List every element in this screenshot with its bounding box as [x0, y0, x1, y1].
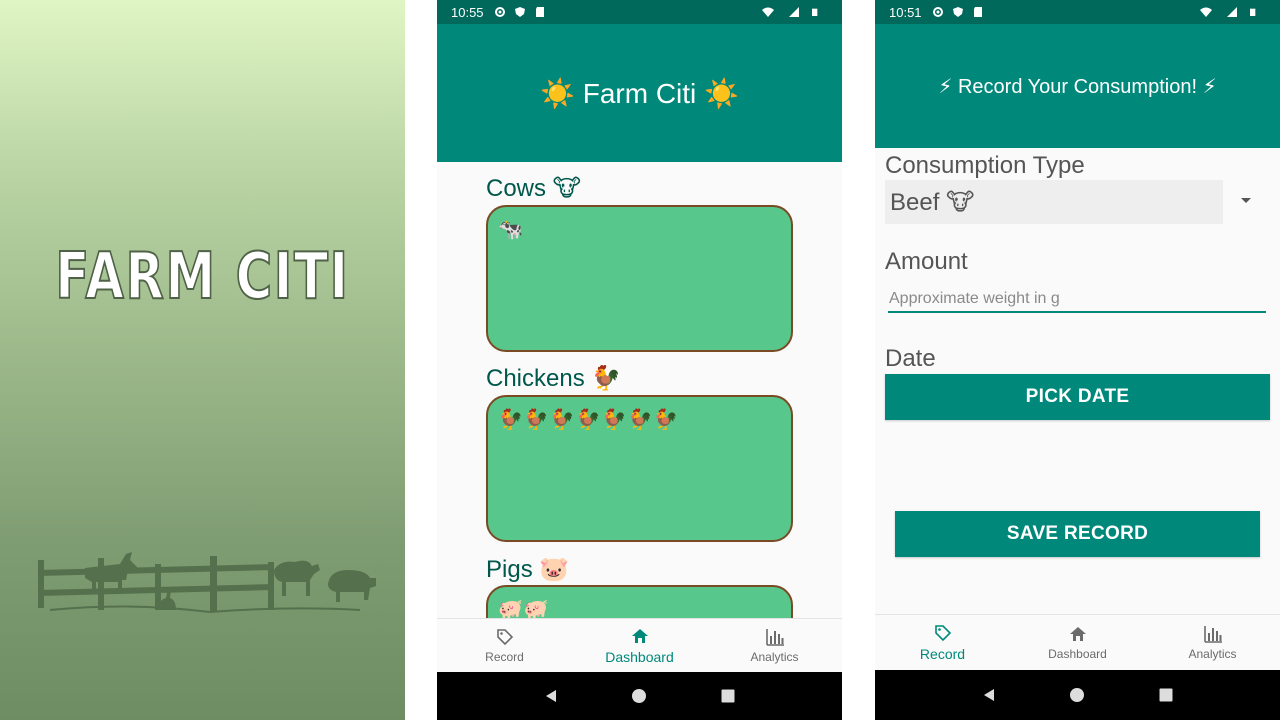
system-navigation-bar	[437, 672, 842, 720]
sd-card-icon	[973, 7, 982, 17]
nav-record-label: Record	[919, 646, 966, 662]
home-icon	[631, 629, 648, 643]
nav-dashboard-label: Dashboard	[605, 649, 674, 665]
pen-cows: 🐄	[486, 205, 793, 352]
nav-record[interactable]: Record	[437, 619, 572, 672]
pick-date-button[interactable]: PICK DATE	[885, 374, 1270, 420]
home-circle-icon[interactable]	[631, 688, 647, 704]
tag-icon	[934, 625, 951, 642]
nav-dashboard[interactable]: Dashboard	[1010, 615, 1145, 670]
splash-title: FARM CITI	[55, 239, 350, 315]
section-title-chickens: Chickens 🐓	[486, 365, 622, 392]
wifi-icon	[762, 7, 774, 17]
pen-pigs: 🐖🐖	[486, 585, 793, 618]
back-icon[interactable]	[981, 687, 997, 703]
settings-icon	[932, 7, 943, 17]
screenshot-canvas: FARM CITI 10:55 ☀️ Farm Citi ☀️ Cows 🐮 🐄…	[0, 0, 1280, 720]
system-navigation-bar	[875, 670, 1280, 720]
tag-icon	[496, 629, 513, 646]
farm-animals-silhouette	[38, 552, 376, 614]
status-bar: 10:51	[875, 0, 1280, 24]
amount-label: Amount	[885, 248, 968, 275]
recents-icon[interactable]	[1158, 687, 1174, 703]
dropdown-arrow-icon[interactable]	[1241, 198, 1251, 203]
nav-analytics[interactable]: Analytics	[707, 619, 842, 672]
shield-icon	[952, 7, 963, 17]
back-icon[interactable]	[543, 688, 559, 704]
consumption-type-value: Beef 🐮	[890, 188, 975, 216]
pen-chickens: 🐓🐓🐓🐓🐓🐓🐓	[486, 395, 793, 542]
nav-record-label: Record	[485, 650, 524, 664]
nav-analytics-label: Analytics	[750, 650, 799, 664]
section-title-cows: Cows 🐮	[486, 175, 582, 202]
date-label: Date	[885, 345, 936, 372]
record-screen: 10:51 ⚡ Record Your Consumption! ⚡ Consu…	[875, 0, 1280, 720]
status-time: 10:55	[451, 4, 484, 20]
consumption-type-dropdown[interactable]: Beef 🐮	[885, 180, 1223, 224]
sd-card-icon	[535, 7, 544, 17]
app-bar-title: ⚡ Record Your Consumption! ⚡	[875, 24, 1280, 148]
nav-dashboard-label: Dashboard	[1048, 647, 1107, 661]
nav-analytics[interactable]: Analytics	[1145, 615, 1280, 670]
signal-icon	[1227, 7, 1237, 17]
recents-icon[interactable]	[720, 688, 736, 704]
home-icon	[1069, 627, 1086, 641]
splash-screen: FARM CITI	[0, 0, 405, 720]
battery-icon	[812, 8, 818, 16]
nav-analytics-label: Analytics	[1188, 647, 1237, 661]
nav-dashboard[interactable]: Dashboard	[572, 619, 707, 672]
bar-chart-icon	[765, 629, 784, 646]
nav-record[interactable]: Record	[875, 615, 1010, 670]
wifi-icon	[1200, 7, 1212, 17]
section-title-pigs: Pigs 🐷	[486, 556, 570, 583]
signal-icon	[789, 7, 799, 17]
save-record-button[interactable]: SAVE RECORD	[895, 511, 1260, 557]
status-bar: 10:55	[437, 0, 842, 24]
bar-chart-icon	[1203, 626, 1222, 643]
amount-input[interactable]	[888, 286, 1266, 313]
settings-icon	[494, 7, 505, 17]
dashboard-screen: 10:55 ☀️ Farm Citi ☀️ Cows 🐮 🐄 Chickens …	[437, 0, 842, 720]
battery-icon	[1250, 8, 1256, 16]
home-circle-icon[interactable]	[1069, 687, 1085, 703]
dashboard-scroll[interactable]: Cows 🐮 🐄 Chickens 🐓 🐓🐓🐓🐓🐓🐓🐓 Pigs 🐷 🐖🐖	[437, 162, 842, 618]
shield-icon	[514, 7, 525, 17]
app-bar-title: ☀️ Farm Citi ☀️	[437, 24, 842, 162]
consumption-type-label: Consumption Type	[885, 152, 1085, 179]
status-time: 10:51	[889, 4, 922, 20]
bottom-navigation: Record Dashboard Analytics	[437, 618, 842, 672]
bottom-navigation: Record Dashboard Analytics	[875, 614, 1280, 670]
